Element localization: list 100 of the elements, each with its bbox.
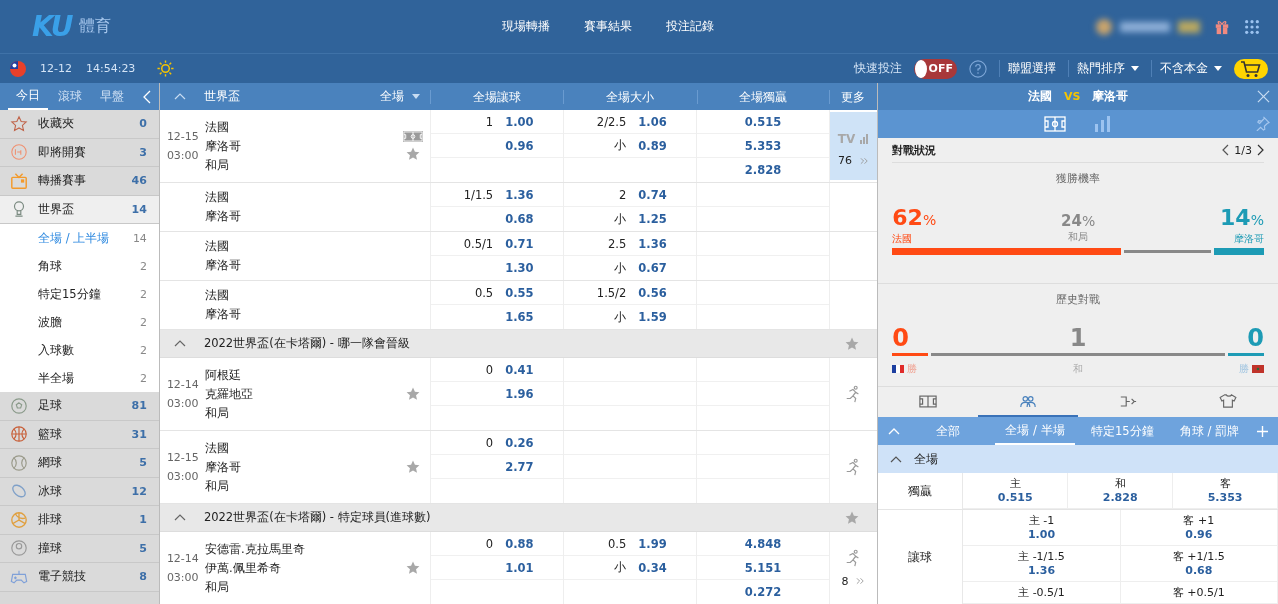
tv-icon — [10, 171, 28, 190]
bar-chart-icon[interactable] — [859, 134, 870, 144]
league-title: 世界盃 — [203, 88, 240, 105]
team-name: 和局 — [204, 157, 230, 173]
league-menu-item[interactable]: 入球數 2 — [0, 336, 159, 364]
odds-value[interactable]: 1.96 — [505, 386, 534, 401]
odds-value[interactable]: 0.55 — [505, 285, 534, 300]
league-menu-item[interactable]: 波膽 2 — [0, 308, 159, 336]
pitch-icon[interactable] — [403, 130, 424, 142]
favorite-star-icon[interactable] — [405, 459, 422, 475]
odds-value[interactable]: 0.26 — [505, 435, 534, 450]
league-menu-item[interactable]: 角球 2 — [0, 252, 159, 280]
odds-value[interactable]: 0.74 — [638, 187, 667, 202]
collapse-chevron-icon[interactable] — [173, 514, 186, 521]
odds-value[interactable]: 1.00 — [505, 114, 534, 129]
odds-value[interactable]: 0.96 — [505, 138, 534, 153]
more-markets-cell[interactable]: 8 — [829, 534, 878, 602]
match-date: 12-14 — [166, 552, 200, 565]
odds-value[interactable]: 0.272 — [744, 585, 782, 599]
probability-bar — [1213, 248, 1264, 255]
bet-option[interactable]: 客 +1 0.96 — [1120, 510, 1278, 545]
app-grid-icon[interactable] — [1244, 18, 1260, 35]
odds-value[interactable]: 0.88 — [505, 536, 534, 551]
odds-value[interactable]: 0.515 — [744, 114, 782, 129]
logo[interactable]: KU 體育 — [32, 10, 452, 43]
bet-option[interactable]: 客 +0.5/1 — [1120, 582, 1278, 603]
odds-value[interactable]: 2.828 — [744, 163, 782, 177]
help-icon[interactable] — [969, 59, 987, 78]
bet-option[interactable]: 主 -0.5/1 — [963, 582, 1121, 603]
total-line: 小 — [614, 309, 627, 324]
odds-value[interactable]: 1.01 — [505, 560, 534, 575]
odds-value[interactable]: 5.353 — [744, 138, 782, 153]
odds-value[interactable]: 1.36 — [505, 187, 534, 202]
result-label: 勝 — [1239, 362, 1249, 376]
odds-value[interactable]: 1.36 — [638, 236, 667, 251]
column-header: 更多 — [828, 89, 878, 104]
star-icon — [10, 114, 28, 133]
team-name: 摩洛哥 — [204, 459, 242, 475]
odds-value[interactable]: 1.30 — [505, 261, 534, 275]
odds-value[interactable]: 0.68 — [505, 212, 534, 226]
tricolour-flag-icon — [892, 365, 905, 373]
percentage-value: 24% — [1061, 212, 1096, 230]
bet-option[interactable]: 主 -1/1.5 1.36 — [963, 546, 1121, 581]
league-menu-item[interactable]: 全場 / 上半場 14 — [0, 224, 159, 252]
odds-value[interactable]: 2.77 — [505, 459, 534, 474]
pin-icon[interactable] — [1255, 116, 1270, 131]
filter-menu[interactable]: 聯盟選擇 — [999, 60, 1056, 77]
filter-menu[interactable]: 熱門排序 — [1068, 60, 1139, 77]
cart-button[interactable] — [1234, 58, 1268, 79]
plus-icon[interactable] — [1257, 425, 1268, 437]
odds-value[interactable]: 0.71 — [505, 236, 534, 251]
soccer-icon — [10, 396, 28, 415]
quick-bet-toggle[interactable]: OFF — [914, 58, 957, 79]
odds-value[interactable]: 1.65 — [505, 310, 534, 324]
nav-link[interactable]: 投注記錄 — [666, 18, 714, 35]
bet-option[interactable]: 客 +1/1.5 0.68 — [1120, 546, 1278, 581]
market-name: 讓球 — [908, 549, 933, 565]
odds-value[interactable]: 1.59 — [638, 310, 667, 324]
league-menu-item[interactable]: 半全場 2 — [0, 364, 159, 392]
column-header: 全場讓球 — [430, 89, 564, 104]
bet-option[interactable]: 主 -1 1.00 — [963, 510, 1121, 545]
odds-value[interactable]: 4.848 — [744, 536, 782, 551]
odds-value[interactable]: 1.99 — [638, 536, 667, 551]
flag-icon[interactable] — [10, 60, 26, 77]
team-name: 法國 — [204, 119, 230, 135]
odds-value[interactable]: 0.56 — [638, 285, 667, 300]
odds-value[interactable]: 0.89 — [638, 138, 667, 153]
favorite-star-icon[interactable] — [405, 386, 422, 402]
odds-value[interactable]: 0.67 — [638, 261, 667, 275]
nav-link[interactable]: 現場轉播 — [502, 18, 550, 35]
team-name: 摩洛哥 — [1092, 88, 1129, 105]
collapse-chevron-icon[interactable] — [890, 455, 903, 463]
favorite-star-icon[interactable] — [405, 560, 422, 576]
total-line: 2 — [619, 187, 627, 202]
odds-value[interactable]: 0.41 — [505, 362, 534, 377]
odds-value[interactable]: 0.34 — [638, 560, 667, 575]
filter-menu[interactable]: 不含本金 — [1151, 60, 1222, 77]
bet-option[interactable]: 客 5.353 — [1173, 473, 1278, 508]
market-count: 8 — [841, 574, 849, 588]
nav-link[interactable]: 賽事結果 — [584, 18, 632, 35]
next-icon[interactable] — [1257, 144, 1264, 156]
total-line: 小 — [614, 260, 627, 275]
period-dropdown[interactable]: 全場 — [380, 88, 421, 105]
sport-menu-item[interactable]: 世界盃 14 — [0, 195, 159, 224]
handicap-line: 0 — [485, 435, 494, 450]
pitch-view-tab[interactable] — [1044, 116, 1067, 132]
collapse-chevron-icon[interactable] — [173, 340, 186, 347]
bet-option[interactable]: 和 2.828 — [1068, 473, 1174, 508]
close-icon[interactable] — [1257, 90, 1270, 103]
more-markets-cell[interactable]: TV 76 — [829, 112, 878, 180]
stats-view-tab[interactable] — [1094, 116, 1113, 132]
previous-icon[interactable] — [1222, 144, 1230, 156]
odds-value[interactable]: 5.151 — [744, 560, 782, 575]
sun-icon[interactable] — [157, 60, 175, 77]
gift-icon[interactable] — [1214, 18, 1230, 35]
league-menu-item[interactable]: 特定15分鐘 2 — [0, 280, 159, 308]
odds-value[interactable]: 1.06 — [638, 114, 667, 129]
odds-value[interactable]: 1.25 — [638, 212, 667, 226]
bet-option[interactable]: 主 0.515 — [963, 473, 1069, 508]
total-line: 2.5 — [608, 236, 627, 251]
